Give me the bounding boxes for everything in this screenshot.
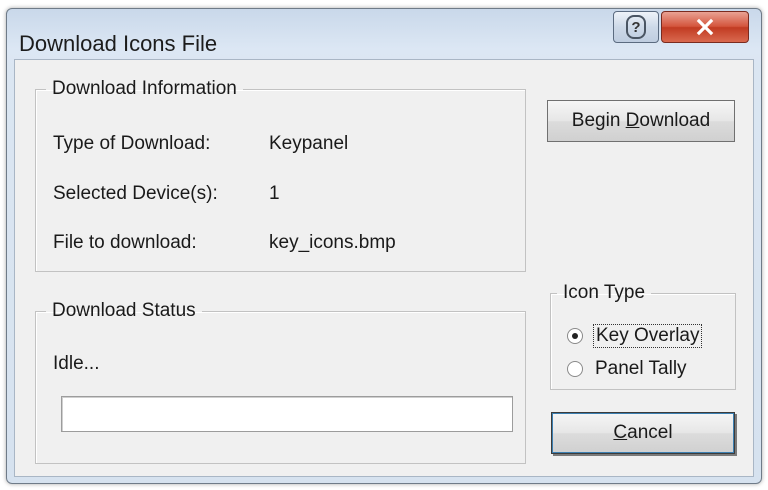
download-status-legend: Download Status bbox=[52, 300, 196, 321]
radio-selected-dot bbox=[572, 333, 578, 339]
download-information-legend: Download Information bbox=[52, 78, 237, 99]
window-title: Download Icons File bbox=[19, 31, 218, 56]
close-button[interactable] bbox=[661, 11, 749, 43]
title-bar[interactable]: Download Icons File ? bbox=[7, 9, 761, 59]
icon-type-legend: Icon Type bbox=[563, 282, 646, 303]
dialog-body: Download Information Type of Download: K… bbox=[14, 59, 754, 477]
begin-download-rest: ownload bbox=[639, 110, 711, 131]
file-to-download-value: key_icons.bmp bbox=[269, 232, 396, 253]
radio-key-overlay-circle bbox=[567, 328, 583, 344]
help-icon: ? bbox=[626, 15, 646, 39]
cancel-button[interactable]: Cancel bbox=[551, 412, 735, 454]
download-icons-dialog: Download Icons File ? Download Informati… bbox=[6, 8, 762, 484]
type-of-download-label: Type of Download: bbox=[53, 133, 211, 154]
download-progress-bar bbox=[61, 396, 513, 432]
radio-panel-tally-circle bbox=[567, 361, 583, 377]
cancel-accelerator: C bbox=[613, 422, 628, 443]
file-to-download-label: File to download: bbox=[53, 232, 197, 253]
help-button[interactable]: ? bbox=[613, 11, 659, 43]
download-status-text: Idle... bbox=[53, 353, 100, 374]
selected-devices-label: Selected Device(s): bbox=[53, 183, 218, 204]
radio-panel-tally[interactable]: Panel Tally bbox=[567, 358, 689, 380]
close-icon bbox=[696, 18, 714, 36]
radio-panel-tally-label: Panel Tally bbox=[595, 358, 687, 379]
begin-download-prefix: Begin bbox=[571, 110, 626, 131]
download-status-group: Download Status bbox=[35, 300, 526, 464]
cancel-rest: ancel bbox=[627, 422, 673, 443]
radio-key-overlay[interactable]: Key Overlay bbox=[567, 324, 703, 348]
begin-download-button[interactable]: Begin Download bbox=[547, 100, 735, 142]
begin-download-accelerator: D bbox=[625, 110, 640, 131]
selected-devices-value: 1 bbox=[269, 183, 280, 204]
radio-key-overlay-label: Key Overlay bbox=[593, 324, 703, 348]
type-of-download-value: Keypanel bbox=[269, 133, 349, 154]
